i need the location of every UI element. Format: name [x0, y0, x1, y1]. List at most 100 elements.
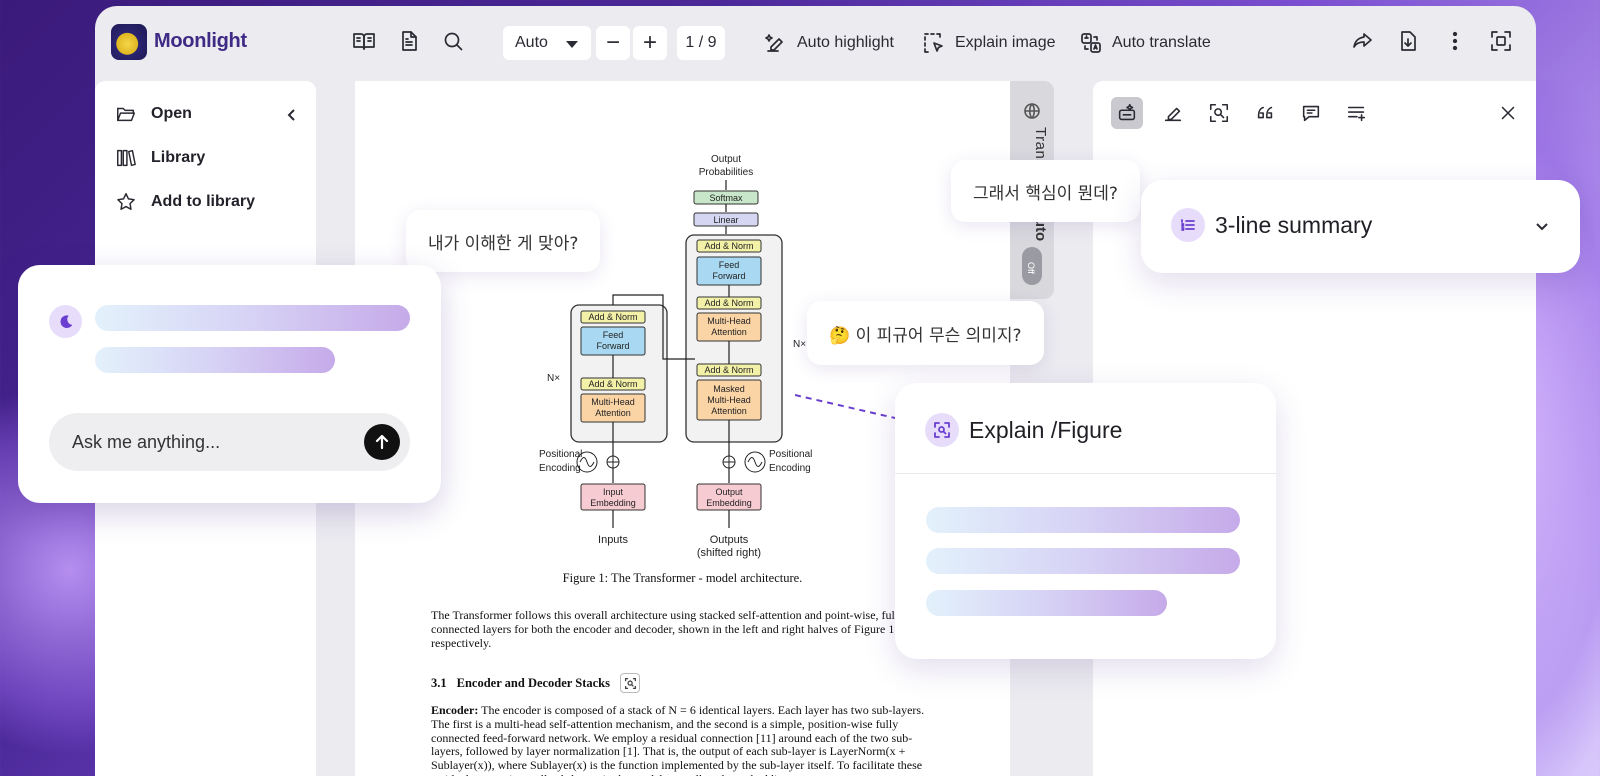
moonlight-logo-icon[interactable]: [111, 24, 147, 60]
encoder-paragraph: Encoder: The encoder is composed of a st…: [431, 703, 931, 776]
toggle-state: Off: [1026, 262, 1036, 274]
search-icon[interactable]: [439, 27, 467, 55]
figure-text: Add & Norm: [704, 365, 753, 375]
question-bubble-core: 그래서 핵심이 뭔데?: [951, 160, 1140, 222]
figure-text: Add & Norm: [704, 298, 753, 308]
figure-text: Softmax: [709, 193, 743, 203]
figure-text: Probabilities: [699, 167, 753, 178]
figure-text: Multi-Head: [707, 316, 751, 326]
star-icon: [117, 193, 135, 210]
figure-text: Encoding: [769, 463, 811, 474]
figure-text: Multi-Head: [707, 395, 751, 405]
figure-text: Outputs: [710, 534, 749, 546]
figure-text: Embedding: [706, 498, 752, 508]
summary-card[interactable]: 3-line summary: [1141, 180, 1580, 273]
list-add-icon[interactable]: [1341, 97, 1373, 129]
share-icon[interactable]: [1348, 27, 1376, 55]
figure-text: Positional: [769, 449, 812, 460]
image-search-icon[interactable]: [1203, 97, 1235, 129]
figure-text: Input: [603, 487, 624, 497]
folder-open-icon: [117, 107, 135, 122]
divider: [895, 473, 1276, 474]
figure-text: Forward: [596, 341, 629, 351]
explain-card-header[interactable]: Explain /Figure: [925, 413, 1122, 447]
question-bubble-figure: 🤔 이 피규어 무슨 의미지?: [807, 301, 1044, 365]
image-select-icon: [924, 33, 943, 53]
sidebar-item-open[interactable]: Open: [115, 103, 192, 125]
ask-placeholder: Ask me anything...: [72, 431, 221, 452]
chevron-down-icon: [566, 41, 578, 48]
highlighter-icon[interactable]: [1157, 97, 1189, 129]
figure-text: Multi-Head: [591, 397, 635, 407]
auto-highlight-button[interactable]: Auto highlight: [764, 27, 894, 59]
figure-text: Embedding: [590, 498, 636, 508]
explain-image-button[interactable]: Explain image: [922, 27, 1056, 59]
loading-skeleton: [926, 548, 1240, 574]
ask-input[interactable]: Ask me anything...: [49, 413, 410, 471]
collapse-sidebar-button[interactable]: [284, 107, 300, 128]
paragraph: The Transformer follows this overall arc…: [431, 608, 905, 650]
quote-icon[interactable]: [1249, 97, 1281, 129]
translate-toggle[interactable]: Off: [1022, 247, 1042, 285]
image-search-icon: [624, 677, 636, 689]
figure-text: Feed: [719, 260, 740, 270]
section-number: 3.1: [431, 675, 447, 690]
auto-highlight-label: Auto highlight: [797, 34, 894, 51]
book-open-icon[interactable]: [350, 27, 378, 55]
numbered-list-icon: [1171, 208, 1205, 242]
page-indicator[interactable]: 1 / 9: [677, 26, 725, 60]
figure-text: Add & Norm: [588, 379, 637, 389]
figure-text: Forward: [712, 271, 745, 281]
highlighter-sparkle-icon: [765, 34, 783, 52]
question-bubble-understand: 내가 이해한 게 맞아?: [406, 210, 601, 272]
figure-text: Add & Norm: [704, 241, 753, 251]
globe-translate-icon: [1022, 101, 1042, 126]
explain-figure-card: Explain /Figure: [895, 383, 1276, 659]
chevron-down-icon[interactable]: [1534, 218, 1550, 239]
more-vertical-icon[interactable]: [1441, 27, 1469, 55]
chat-card: Ask me anything...: [18, 265, 441, 503]
loading-skeleton: [95, 305, 410, 331]
encoder-label: Encoder:: [431, 703, 479, 717]
zoom-select[interactable]: Auto: [503, 26, 591, 60]
top-toolbar: Moonlight Auto − + 1 / 9 Auto highlight …: [95, 6, 1536, 76]
zoom-out-button[interactable]: −: [596, 26, 630, 60]
loading-skeleton: [926, 507, 1240, 533]
explain-card-title: Explain /Figure: [969, 416, 1123, 443]
figure-text: Encoding: [539, 463, 581, 474]
close-icon[interactable]: [1492, 97, 1524, 129]
figure-text: N×: [547, 373, 560, 384]
sidebar-item-add-to-library[interactable]: Add to library: [115, 191, 255, 213]
summary-card-header: 3-line summary: [1171, 208, 1372, 242]
send-button[interactable]: [364, 424, 400, 460]
figure-text: Feed: [603, 330, 624, 340]
loading-skeleton: [926, 590, 1167, 616]
figure-text: N×: [793, 339, 806, 350]
figure-text: Attention: [711, 406, 747, 416]
fullscreen-icon[interactable]: [1487, 27, 1515, 55]
section-title: Encoder and Decoder Stacks: [456, 675, 610, 690]
download-icon[interactable]: [1394, 27, 1422, 55]
sidebar-item-label: Add to library: [151, 193, 256, 210]
ai-sparkle-icon[interactable]: [1111, 97, 1143, 129]
translate-icon: [1081, 33, 1101, 53]
figure-text: Add & Norm: [588, 312, 637, 322]
auto-translate-button[interactable]: Auto translate: [1079, 27, 1211, 59]
zoom-in-button[interactable]: +: [633, 26, 667, 60]
figure-text: Attention: [595, 408, 631, 418]
comment-icon[interactable]: [1295, 97, 1327, 129]
section-heading: 3.1 Encoder and Decoder Stacks: [431, 673, 640, 693]
figure-text: Positional: [539, 449, 582, 460]
explain-section-button[interactable]: [620, 673, 640, 693]
loading-skeleton: [95, 347, 335, 373]
sidebar-item-library[interactable]: Library: [115, 147, 205, 169]
chevron-left-icon: [287, 109, 295, 121]
document-icon[interactable]: [395, 27, 423, 55]
figure-text: Output: [715, 487, 743, 497]
figure-text: Linear: [713, 215, 738, 225]
figure-text: (shifted right): [697, 547, 761, 559]
sidebar-item-label: Open: [151, 105, 192, 122]
figure-text: Attention: [711, 327, 747, 337]
summary-card-title: 3-line summary: [1215, 211, 1373, 238]
image-search-icon: [925, 413, 959, 447]
